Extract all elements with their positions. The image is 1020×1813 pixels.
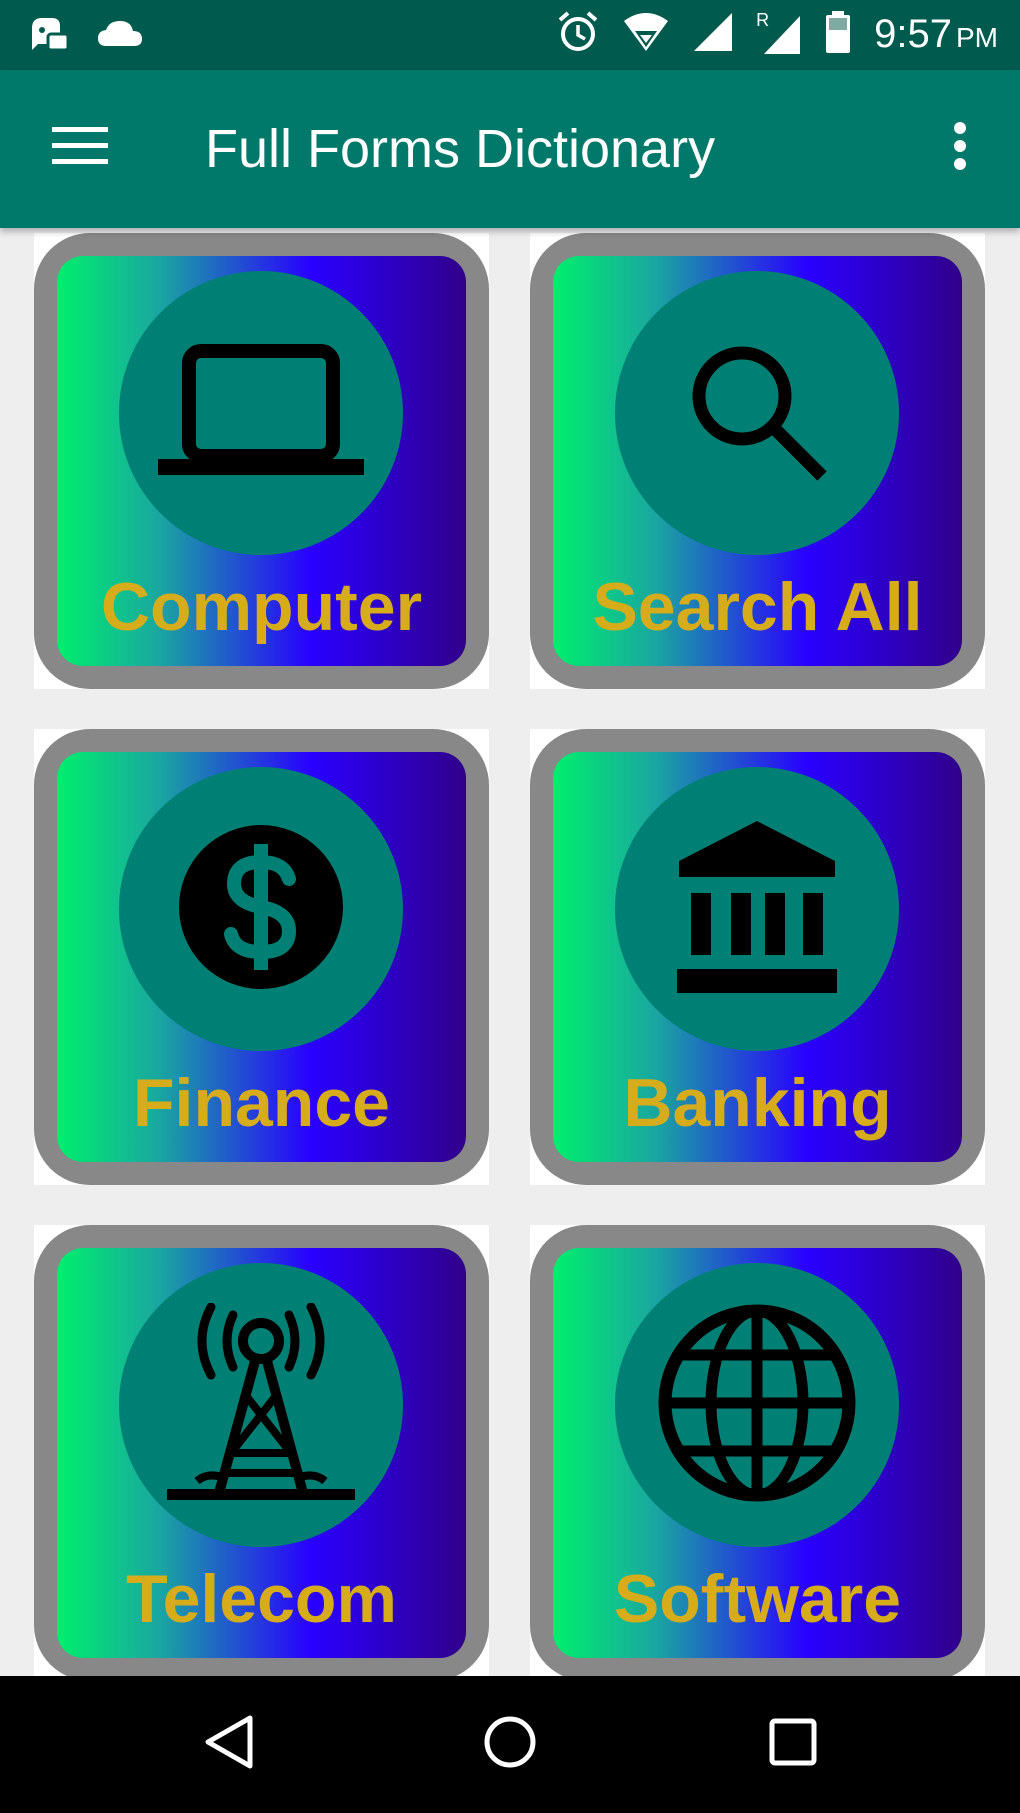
hamburger-menu-icon <box>52 125 108 172</box>
tile-frame: Search All <box>530 233 985 689</box>
category-card-telecom[interactable]: Telecom <box>34 1225 489 1676</box>
tower-icon <box>165 1302 357 1508</box>
battery-icon <box>824 10 852 59</box>
dollar-icon <box>178 824 344 995</box>
wifi-icon <box>622 11 670 58</box>
roaming-signal-icon: R <box>756 10 802 56</box>
tile-background: Finance <box>57 752 466 1162</box>
tile-frame: Telecom <box>34 1225 489 1676</box>
icon-circle <box>615 271 899 555</box>
overflow-menu-button[interactable] <box>930 116 990 180</box>
category-grid: Computer Search All Finance Banking Tele… <box>0 228 1020 1676</box>
icon-circle <box>119 767 403 1051</box>
category-label: Finance <box>133 1065 390 1141</box>
globe-icon <box>657 1303 857 1508</box>
notification-icon <box>28 14 72 59</box>
tile-background: Software <box>553 1248 962 1658</box>
category-label: Search All <box>592 569 923 645</box>
tile-background: Banking <box>553 752 962 1162</box>
recents-button[interactable] <box>723 1676 863 1813</box>
recents-icon <box>769 1718 817 1771</box>
tile-background: Search All <box>553 256 962 666</box>
tile-background: Telecom <box>57 1248 466 1658</box>
home-button[interactable] <box>440 1676 580 1813</box>
signal-icon <box>692 11 734 58</box>
icon-circle <box>615 767 899 1051</box>
category-card-search-all[interactable]: Search All <box>530 233 985 689</box>
back-button[interactable] <box>158 1676 298 1813</box>
app-bar: Full Forms Dictionary <box>0 70 1020 228</box>
category-label: Computer <box>100 569 423 645</box>
category-card-computer[interactable]: Computer <box>34 233 489 689</box>
icon-circle <box>119 271 403 555</box>
category-label: Software <box>613 1561 902 1637</box>
menu-button[interactable] <box>40 116 120 180</box>
tile-background: Computer <box>57 256 466 666</box>
page-title: Full Forms Dictionary <box>205 119 716 179</box>
category-card-finance[interactable]: Finance <box>34 729 489 1185</box>
tile-frame: Banking <box>530 729 985 1185</box>
tile-frame: Computer <box>34 233 489 689</box>
status-bar: R 9:57 PM <box>0 0 1020 70</box>
category-label: Banking <box>623 1065 892 1141</box>
category-card-software[interactable]: Software <box>530 1225 985 1676</box>
icon-circle <box>615 1263 899 1547</box>
tile-frame: Finance <box>34 729 489 1185</box>
search-icon <box>682 336 832 491</box>
category-card-banking[interactable]: Banking <box>530 729 985 1185</box>
clock: 9:57 PM <box>874 12 998 56</box>
alarm-icon <box>556 10 600 59</box>
more-vert-icon <box>952 121 968 176</box>
category-label: Telecom <box>126 1561 397 1637</box>
tile-frame: Software <box>530 1225 985 1676</box>
home-icon <box>483 1715 537 1774</box>
system-nav-bar <box>0 1676 1020 1813</box>
bank-icon <box>677 819 837 1000</box>
back-icon <box>202 1714 254 1775</box>
laptop-icon <box>156 341 366 486</box>
icon-circle <box>119 1263 403 1547</box>
cloud-icon <box>96 18 144 55</box>
